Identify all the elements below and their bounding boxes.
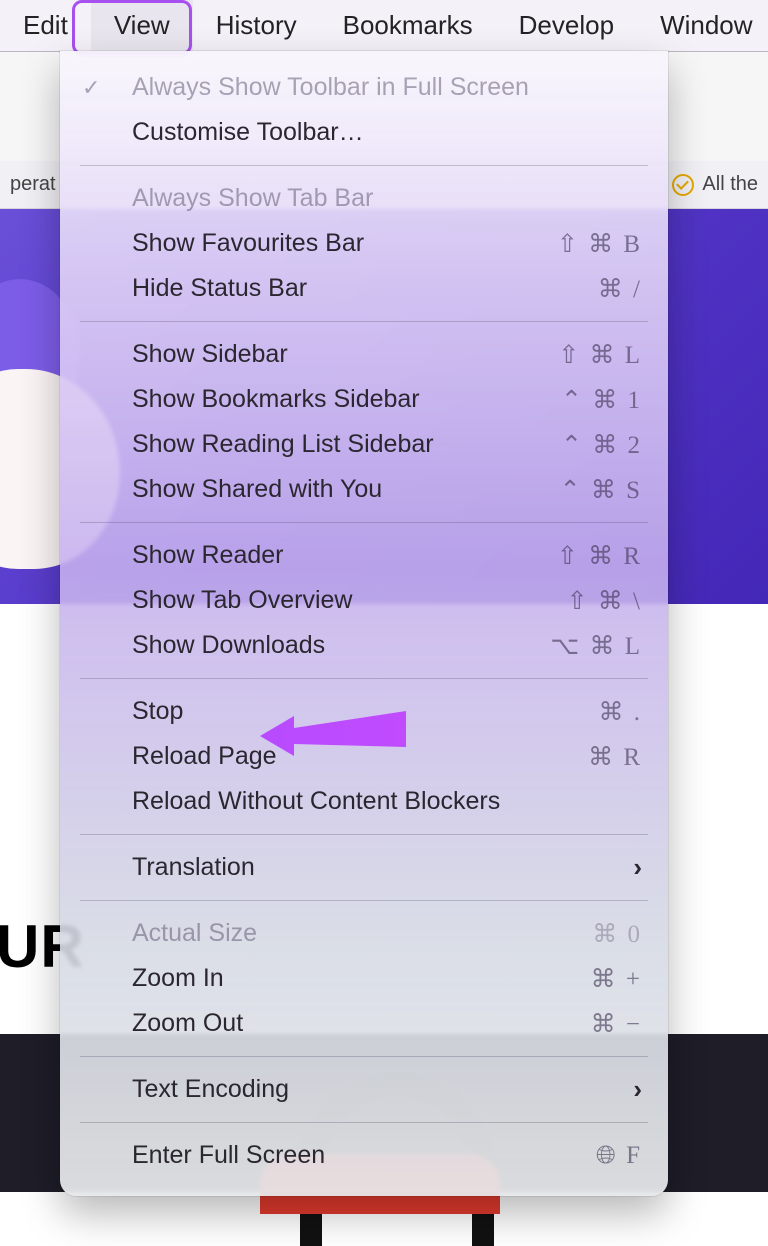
- menu-item-label: Show Favourites Bar: [86, 229, 557, 258]
- menu-separator: [80, 165, 648, 166]
- menu-item-zoom-out[interactable]: Zoom Out⌘ −: [60, 1001, 668, 1046]
- menu-item-label: Enter Full Screen: [86, 1141, 596, 1170]
- menu-shortcut: ⌃ ⌘ S: [560, 475, 642, 505]
- system-menubar: EditViewHistoryBookmarksDevelopWindow: [0, 0, 768, 52]
- view-menu-dropdown: ✓Always Show Toolbar in Full Screen Custo…: [60, 51, 668, 1196]
- menu-item-show-downloads[interactable]: Show Downloads⌥ ⌘ L: [60, 623, 668, 668]
- menu-item-enter-full-screen[interactable]: Enter Full Screen🌐︎ F: [60, 1133, 668, 1178]
- menu-item-label: Translation: [86, 853, 633, 882]
- menu-item-label: Show Downloads: [86, 631, 550, 660]
- menu-shortcut: ⌘ 0: [592, 919, 642, 949]
- chevron-right-icon: ›: [633, 852, 642, 883]
- menubar-item-develop[interactable]: Develop: [496, 0, 637, 51]
- menu-item-label: Always Show Tab Bar: [86, 184, 642, 213]
- menu-item-translation[interactable]: Translation›: [60, 845, 668, 890]
- menu-separator: [80, 678, 648, 679]
- menu-item-reload-page[interactable]: Reload Page⌘ R: [60, 734, 668, 779]
- menu-item-stop[interactable]: Stop⌘ .: [60, 689, 668, 734]
- menu-item-label: Zoom Out: [86, 1009, 591, 1038]
- menu-item-label: Zoom In: [86, 964, 591, 993]
- menu-shortcut: ⇧ ⌘ L: [558, 340, 642, 370]
- menu-separator: [80, 321, 648, 322]
- menu-shortcut: 🌐︎ F: [596, 1142, 642, 1170]
- menu-item-always-show-tab-bar: Always Show Tab Bar: [60, 176, 668, 221]
- menu-item-customise-toolbar[interactable]: Customise Toolbar…: [60, 110, 668, 155]
- menu-item-label: Show Sidebar: [86, 340, 558, 369]
- menu-item-label: Stop: [86, 697, 599, 726]
- menu-item-label: Actual Size: [86, 919, 592, 948]
- menu-shortcut: ⌃ ⌘ 2: [561, 430, 642, 460]
- menu-separator: [80, 1056, 648, 1057]
- menu-item-show-bookmarks-sidebar[interactable]: Show Bookmarks Sidebar⌃ ⌘ 1: [60, 377, 668, 422]
- menu-item-show-reading-list-sidebar[interactable]: Show Reading List Sidebar⌃ ⌘ 2: [60, 422, 668, 467]
- menu-item-label: Show Reading List Sidebar: [86, 430, 561, 459]
- menu-item-show-reader[interactable]: Show Reader⇧ ⌘ R: [60, 533, 668, 578]
- menu-item-reload-without-content-blockers[interactable]: Reload Without Content Blockers: [60, 779, 668, 824]
- menu-item-label: Show Reader: [86, 541, 557, 570]
- menu-item-label: Show Bookmarks Sidebar: [86, 385, 561, 414]
- menu-item-label: Text Encoding: [86, 1075, 633, 1104]
- menu-item-zoom-in[interactable]: Zoom In⌘ +: [60, 956, 668, 1001]
- menubar-item-edit[interactable]: Edit: [0, 0, 91, 51]
- bookmark-fragment-right[interactable]: All the: [702, 173, 758, 196]
- hero-text-left: ola: [0, 687, 63, 747]
- menu-shortcut: ⌘ .: [599, 697, 643, 727]
- menubar-item-view[interactable]: View: [91, 0, 193, 51]
- bookmark-favicon-icon: [672, 174, 694, 196]
- menu-item-label: Always Show Toolbar in Full Screen: [86, 73, 642, 102]
- menu-item-hide-status-bar[interactable]: Hide Status Bar⌘ /: [60, 266, 668, 311]
- checkmark-icon: ✓: [82, 75, 100, 101]
- menu-item-text-encoding[interactable]: Text Encoding›: [60, 1067, 668, 1112]
- menubar-item-bookmarks[interactable]: Bookmarks: [320, 0, 496, 51]
- menu-item-label: Reload Without Content Blockers: [86, 787, 642, 816]
- menu-shortcut: ⌥ ⌘ L: [550, 631, 642, 661]
- menubar-item-window[interactable]: Window: [637, 0, 768, 51]
- menubar-item-history[interactable]: History: [193, 0, 320, 51]
- menu-shortcut: ⌘ −: [591, 1009, 642, 1039]
- menu-item-label: Hide Status Bar: [86, 274, 598, 303]
- menu-item-show-tab-overview[interactable]: Show Tab Overview⇧ ⌘ \: [60, 578, 668, 623]
- menu-shortcut: ⌘ +: [591, 964, 642, 994]
- menu-shortcut: ⇧ ⌘ \: [567, 586, 642, 616]
- menu-item-label: Show Tab Overview: [86, 586, 567, 615]
- menu-item-always-show-toolbar-in-full-screen: ✓Always Show Toolbar in Full Screen: [60, 65, 668, 110]
- menu-item-label: Reload Page: [86, 742, 588, 771]
- menu-item-show-shared-with-you[interactable]: Show Shared with You⌃ ⌘ S: [60, 467, 668, 512]
- menu-shortcut: ⌘ /: [598, 274, 642, 304]
- menu-shortcut: ⇧ ⌘ R: [557, 541, 642, 571]
- menu-shortcut: ⌃ ⌘ 1: [561, 385, 642, 415]
- menu-item-actual-size: Actual Size⌘ 0: [60, 911, 668, 956]
- menu-separator: [80, 522, 648, 523]
- menu-item-show-favourites-bar[interactable]: Show Favourites Bar⇧ ⌘ B: [60, 221, 668, 266]
- menu-separator: [80, 1122, 648, 1123]
- menu-shortcut: ⌘ R: [588, 742, 642, 772]
- bookmark-fragment-left[interactable]: perat: [10, 173, 56, 196]
- menu-separator: [80, 834, 648, 835]
- menu-item-label: Show Shared with You: [86, 475, 560, 504]
- menu-separator: [80, 900, 648, 901]
- menu-shortcut: ⇧ ⌘ B: [557, 229, 642, 259]
- menu-item-label: Customise Toolbar…: [86, 118, 642, 147]
- menu-item-show-sidebar[interactable]: Show Sidebar⇧ ⌘ L: [60, 332, 668, 377]
- chevron-right-icon: ›: [633, 1074, 642, 1105]
